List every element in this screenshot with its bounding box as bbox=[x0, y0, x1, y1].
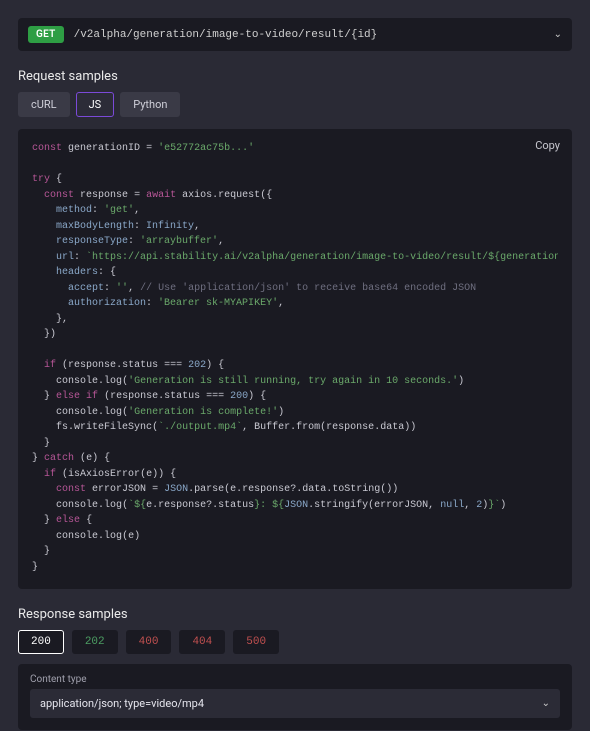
status-500[interactable]: 500 bbox=[233, 630, 279, 654]
status-202[interactable]: 202 bbox=[72, 630, 118, 654]
http-method-badge: GET bbox=[28, 26, 64, 43]
response-body: Content type application/json; type=vide… bbox=[18, 664, 572, 730]
endpoint-path: /v2alpha/generation/image-to-video/resul… bbox=[74, 29, 544, 41]
chevron-down-icon: ⌄ bbox=[542, 698, 550, 709]
request-samples-heading: Request samples bbox=[18, 69, 572, 84]
response-status-tabs: 200 202 400 404 500 bbox=[18, 630, 572, 654]
tab-js[interactable]: JS bbox=[76, 92, 115, 117]
copy-button[interactable]: Copy bbox=[535, 139, 560, 152]
content-type-label: Content type bbox=[30, 674, 560, 685]
status-200[interactable]: 200 bbox=[18, 630, 64, 654]
tab-python[interactable]: Python bbox=[120, 92, 180, 117]
status-400[interactable]: 400 bbox=[126, 630, 172, 654]
code-content: const generationID = 'e52772ac75b...' tr… bbox=[32, 141, 558, 575]
code-block: Copy const generationID = 'e52772ac75b..… bbox=[18, 129, 572, 589]
chevron-down-icon: ⌄ bbox=[554, 29, 562, 40]
content-type-select[interactable]: application/json; type=video/mp4 ⌄ bbox=[30, 689, 560, 718]
tab-curl[interactable]: cURL bbox=[18, 92, 70, 117]
response-samples-heading: Response samples bbox=[18, 607, 572, 622]
content-type-value: application/json; type=video/mp4 bbox=[40, 697, 204, 710]
request-samples-tabs: cURL JS Python bbox=[18, 92, 572, 117]
status-404[interactable]: 404 bbox=[179, 630, 225, 654]
endpoint-bar[interactable]: GET /v2alpha/generation/image-to-video/r… bbox=[18, 18, 572, 51]
